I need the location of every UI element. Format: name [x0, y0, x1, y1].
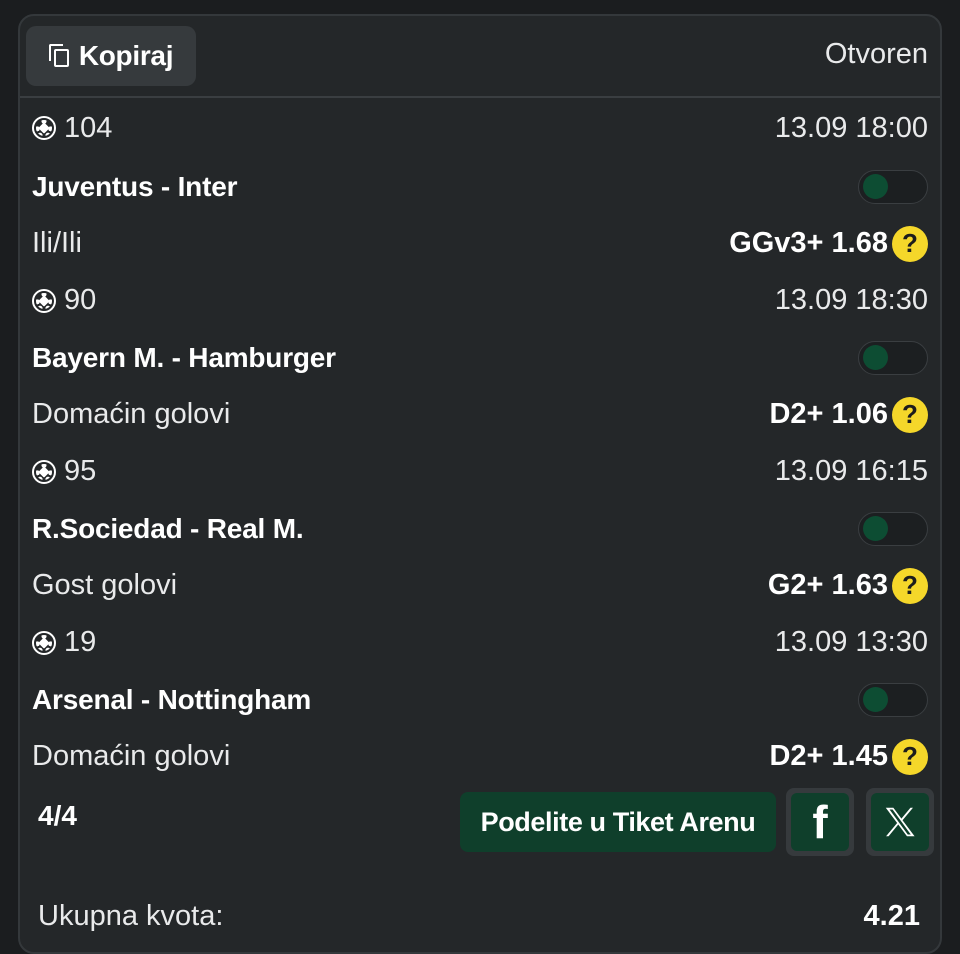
share-tiket-arena-button[interactable]: Podelite u Tiket Arenu: [460, 792, 776, 852]
event-market: Ili/Ili: [32, 227, 82, 259]
x-share-button[interactable]: [866, 788, 934, 856]
ticket-footer: 4/4 Podelite u Tiket Arenu f: [20, 788, 940, 868]
event-meta-row: 104 13.09 18:00: [32, 98, 928, 158]
event-datetime: 13.09 18:30: [774, 284, 928, 316]
event-market: Gost golovi: [32, 569, 178, 601]
event-teams-row: Arsenal - Nottingham: [32, 671, 928, 728]
event-teams: Arsenal - Nottingham: [32, 683, 312, 715]
event-pick-row: Gost golovi G2+ 1.63 ?: [32, 557, 928, 614]
event-teams: Bayern M. - Hamburger: [32, 341, 336, 373]
event-toggle[interactable]: [858, 169, 928, 204]
event-toggle[interactable]: [858, 682, 928, 717]
event-datetime: 13.09 18:00: [774, 111, 928, 144]
ticket-status: Otvoren: [824, 38, 928, 70]
event-pick-row: Domaćin golovi D2+ 1.45 ?: [32, 728, 928, 785]
event-pick-row: Ili/Ili GGv3+ 1.68 ?: [32, 215, 928, 272]
event-datetime: 13.09 16:15: [774, 455, 928, 487]
facebook-icon: f: [791, 793, 849, 851]
event-code: 90: [64, 284, 97, 316]
event-pick: GGv3+ 1.68: [729, 227, 888, 259]
event-code: 19: [64, 626, 97, 658]
event-meta-row: 90 13.09 18:30: [32, 272, 928, 329]
event-teams-row: R.Sociedad - Real M.: [32, 500, 928, 557]
event-meta-row: 19 13.09 13:30: [32, 614, 928, 671]
event-list: 104 13.09 18:00 Juventus - Inter Ili/Ili…: [20, 98, 940, 785]
total-odds-label: Ukupna kvota:: [38, 900, 224, 932]
event-toggle[interactable]: [858, 511, 928, 546]
soccer-ball-icon: [32, 288, 56, 313]
question-circle-icon[interactable]: ?: [892, 738, 928, 775]
event-teams-row: Juventus - Inter: [32, 158, 928, 215]
ticket-card: Kopiraj Otvoren 104 13.09 18:00 Juventus…: [18, 14, 942, 954]
event-code: 95: [64, 455, 97, 487]
copy-button[interactable]: Kopiraj: [26, 26, 196, 86]
event-count: 4/4: [38, 800, 77, 831]
facebook-share-button[interactable]: f: [786, 788, 854, 856]
soccer-ball-icon: [32, 630, 56, 655]
total-odds-row: Ukupna kvota: 4.21: [20, 880, 940, 940]
event-pick: G2+ 1.63: [767, 569, 888, 601]
event-teams: R.Sociedad - Real M.: [32, 512, 304, 544]
event-pick: D2+ 1.45: [769, 740, 888, 772]
total-odds-value: 4.21: [863, 900, 920, 932]
event-code: 104: [64, 111, 113, 144]
event-teams: Juventus - Inter: [32, 170, 238, 202]
copy-button-label: Kopiraj: [78, 40, 174, 71]
soccer-ball-icon: [32, 459, 56, 484]
soccer-ball-icon: [32, 116, 56, 140]
x-twitter-icon: [871, 793, 929, 851]
question-circle-icon[interactable]: ?: [892, 567, 928, 604]
event-pick: D2+ 1.06: [769, 398, 888, 430]
event-market: Domaćin golovi: [32, 398, 231, 430]
event-teams-row: Bayern M. - Hamburger: [32, 329, 928, 386]
event-meta-row: 95 13.09 16:15: [32, 443, 928, 500]
event-datetime: 13.09 13:30: [774, 626, 928, 658]
question-circle-icon[interactable]: ?: [892, 396, 928, 433]
ticket-header: Kopiraj Otvoren: [20, 16, 940, 98]
copy-icon: [48, 44, 71, 68]
event-toggle[interactable]: [858, 340, 928, 375]
event-pick-row: Domaćin golovi D2+ 1.06 ?: [32, 386, 928, 443]
event-market: Domaćin golovi: [32, 740, 231, 772]
question-circle-icon[interactable]: ?: [892, 225, 928, 262]
